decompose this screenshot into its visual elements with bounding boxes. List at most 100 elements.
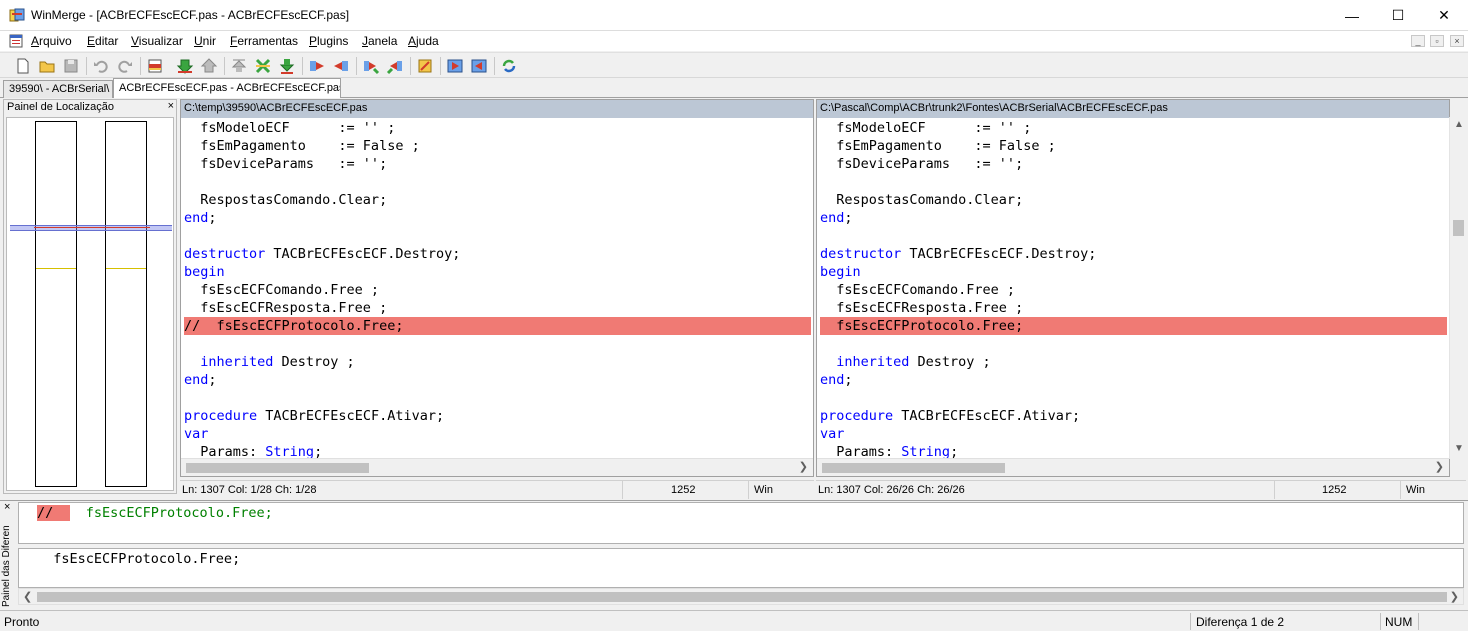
tab-file-compare[interactable]: ACBrECFEscECF.pas - ACBrECFEscECF.pas xyxy=(113,78,341,98)
copy-left-icon[interactable] xyxy=(332,57,350,75)
diff-pane-close-button[interactable]: × xyxy=(4,501,10,513)
document-window-icon[interactable] xyxy=(9,34,23,48)
scroll-right-arrow-icon[interactable]: ❯ xyxy=(799,460,808,473)
diff-detail-hscroll-thumb[interactable] xyxy=(37,592,1447,602)
diff-detail-pane: × Painel das Diferen // fsEscECFProtocol… xyxy=(0,500,1468,607)
right-codepage: 1252 xyxy=(1322,484,1347,496)
status-ready: Pronto xyxy=(4,615,40,629)
menu-bar: Arquivo Editar Visualizar Unir Ferrament… xyxy=(0,31,1468,51)
code-line: fsEscECFResposta.Free ; xyxy=(184,300,388,316)
code-line: fsDeviceParams := ''; xyxy=(184,156,388,172)
code-line: procedure TACBrECFEscECF.Ativar; xyxy=(184,408,445,424)
code-line: fsEmPagamento := False ; xyxy=(820,138,1056,154)
diff-detail-hscrollbar[interactable]: ❮ ❯ xyxy=(18,588,1464,605)
title-bar: WinMerge - [ACBrECFEscECF.pas - ACBrECFE… xyxy=(0,0,1468,31)
menu-ferramentas[interactable]: Ferramentas xyxy=(230,34,298,48)
menu-editar[interactable]: Editar xyxy=(87,34,118,48)
diff-line-right[interactable]: fsEscECFProtocolo.Free; xyxy=(820,317,1447,335)
redo-icon[interactable] xyxy=(116,57,134,75)
code-line: var xyxy=(184,426,209,442)
code-line: fsModeloECF := '' ; xyxy=(820,120,1032,136)
open-folder-icon[interactable] xyxy=(38,57,56,75)
right-file-path: C:\Pascal\Comp\ACBr\trunk2\Fontes\ACBrSe… xyxy=(817,100,1449,118)
minimize-button[interactable]: — xyxy=(1329,0,1375,31)
next-diff-icon[interactable] xyxy=(176,57,194,75)
diff-comment-mark: // xyxy=(37,505,70,521)
copy-right-advance-icon[interactable] xyxy=(362,57,380,75)
diff-detail-left[interactable]: // fsEscECFProtocolo.Free; xyxy=(18,502,1464,544)
code-line: destructor TACBrECFEscECF.Destroy; xyxy=(820,246,1097,262)
code-line: Params: String; xyxy=(184,444,323,459)
mdi-minimize-button[interactable]: _ xyxy=(1411,35,1425,47)
menu-unir[interactable]: Unir xyxy=(194,34,216,48)
window-title: WinMerge - [ACBrECFEscECF.pas - ACBrECFE… xyxy=(31,8,350,22)
code-line: var xyxy=(820,426,845,442)
winmerge-window: WinMerge - [ACBrECFEscECF.pas - ACBrECFE… xyxy=(0,0,1468,631)
mdi-close-button[interactable]: × xyxy=(1450,35,1464,47)
scroll-right-arrow-icon[interactable]: ❯ xyxy=(1435,460,1444,473)
right-horizontal-scrollbar[interactable]: ❯ xyxy=(817,458,1449,476)
code-line: fsDeviceParams := ''; xyxy=(820,156,1024,172)
options-icon[interactable] xyxy=(416,57,434,75)
diff-line-left[interactable]: // fsEscECFProtocolo.Free; xyxy=(184,317,811,335)
diff-detail-right[interactable]: fsEscECFProtocolo.Free; xyxy=(18,548,1464,588)
toolbar xyxy=(0,52,1468,78)
code-line: RespostasComando.Clear; xyxy=(184,192,388,208)
first-diff-icon[interactable] xyxy=(230,57,248,75)
close-button[interactable]: ✕ xyxy=(1421,0,1467,31)
document-tabs: 39590\ - ACBrSerial\ ACBrECFEscECF.pas -… xyxy=(0,78,1468,98)
new-document-icon[interactable] xyxy=(14,57,32,75)
code-line: inherited Destroy ; xyxy=(820,354,991,370)
menu-arquivo[interactable]: Arquivo xyxy=(31,34,72,48)
code-line: destructor TACBrECFEscECF.Destroy; xyxy=(184,246,461,262)
scroll-up-arrow-icon[interactable]: ▲ xyxy=(1454,119,1464,130)
left-cursor-position: Ln: 1307 Col: 1/28 Ch: 1/28 xyxy=(182,484,317,496)
location-pane-title: Painel de Localização xyxy=(7,101,115,113)
left-file-path: C:\temp\39590\ACBrECFEscECF.pas xyxy=(181,100,813,118)
refresh-icon[interactable] xyxy=(500,57,518,75)
select-diff-icon[interactable] xyxy=(146,57,164,75)
maximize-button[interactable]: ☐ xyxy=(1375,0,1421,31)
left-horizontal-scrollbar[interactable]: ❯ xyxy=(181,458,813,476)
prev-diff-icon[interactable] xyxy=(200,57,218,75)
diff-pane-label: Painel das Diferen xyxy=(1,525,12,607)
mdi-restore-button[interactable]: ▫ xyxy=(1430,35,1444,47)
scroll-left-arrow-icon[interactable]: ❮ xyxy=(23,590,32,603)
copy-right-icon[interactable] xyxy=(308,57,326,75)
menu-ajuda[interactable]: Ajuda xyxy=(408,34,439,48)
diff-detail-right-text: fsEscECFProtocolo.Free; xyxy=(37,551,241,567)
code-line: fsEscECFComando.Free ; xyxy=(184,282,380,298)
scroll-down-arrow-icon[interactable]: ▼ xyxy=(1454,443,1464,454)
copy-all-right-icon[interactable] xyxy=(446,57,464,75)
left-hscroll-thumb[interactable] xyxy=(186,463,369,473)
code-line: inherited Destroy ; xyxy=(184,354,355,370)
location-pane: Painel de Localização × xyxy=(3,99,177,494)
copy-left-advance-icon[interactable] xyxy=(386,57,404,75)
location-bar-right[interactable] xyxy=(105,121,147,487)
location-viewport-indicator[interactable] xyxy=(10,225,172,231)
location-bar-left[interactable] xyxy=(35,121,77,487)
winmerge-app-icon xyxy=(9,8,25,22)
code-line: begin xyxy=(820,264,861,280)
menu-janela[interactable]: Janela xyxy=(362,34,397,48)
scroll-right-arrow-icon[interactable]: ❯ xyxy=(1450,590,1459,603)
code-line: procedure TACBrECFEscECF.Ativar; xyxy=(820,408,1081,424)
left-code-view[interactable]: fsModeloECF := '' ; fsEmPagamento := Fal… xyxy=(181,119,813,459)
last-diff-icon[interactable] xyxy=(278,57,296,75)
undo-icon[interactable] xyxy=(92,57,110,75)
location-map[interactable] xyxy=(6,117,174,491)
copy-all-left-icon[interactable] xyxy=(470,57,488,75)
save-icon[interactable] xyxy=(62,57,80,75)
current-diff-icon[interactable] xyxy=(254,57,272,75)
right-hscroll-thumb[interactable] xyxy=(822,463,1005,473)
location-pane-close-button[interactable]: × xyxy=(168,100,174,112)
menu-visualizar[interactable]: Visualizar xyxy=(131,34,183,48)
code-line: fsEmPagamento := False ; xyxy=(184,138,420,154)
tab-folder-compare[interactable]: 39590\ - ACBrSerial\ xyxy=(3,80,113,98)
vscroll-thumb[interactable] xyxy=(1453,220,1464,236)
menu-plugins[interactable]: Plugins xyxy=(309,34,348,48)
left-file-pane: C:\temp\39590\ACBrECFEscECF.pas fsModelo… xyxy=(180,99,814,477)
vertical-scrollbar[interactable]: ▲ ▼ xyxy=(1449,117,1466,459)
code-line: fsEscECFResposta.Free ; xyxy=(820,300,1024,316)
right-code-view[interactable]: fsModeloECF := '' ; fsEmPagamento := Fal… xyxy=(817,119,1449,459)
